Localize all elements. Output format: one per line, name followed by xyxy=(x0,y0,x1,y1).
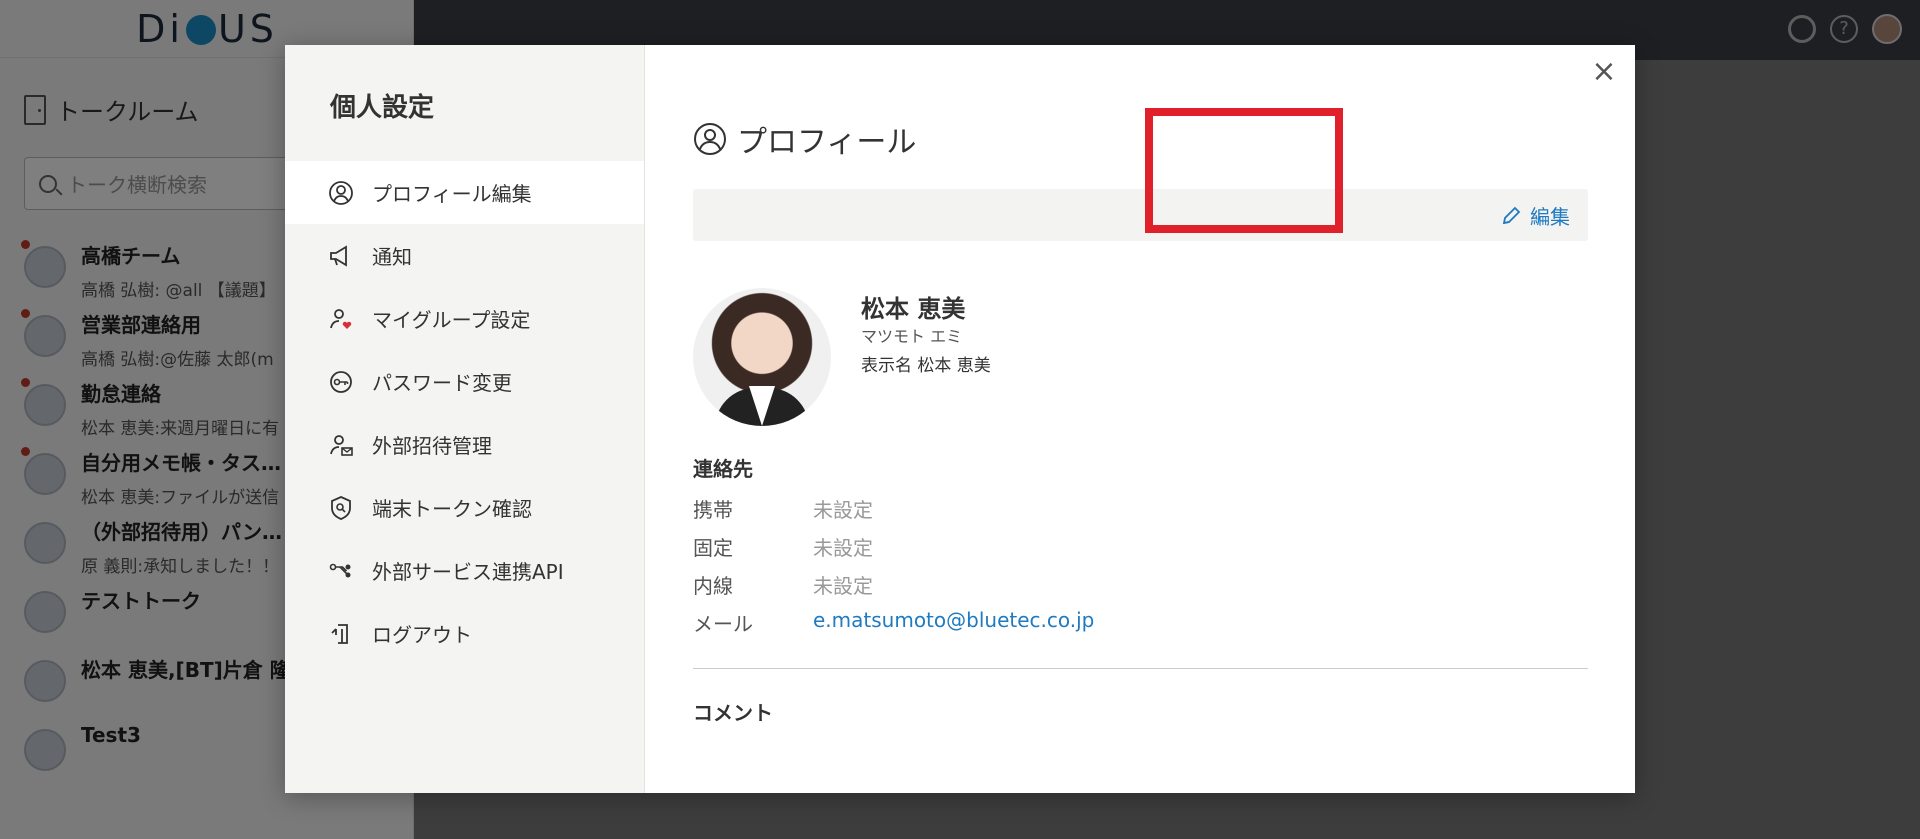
user-heart-icon xyxy=(328,306,354,332)
profile-photo xyxy=(693,288,831,426)
nav-item[interactable]: 通知 xyxy=(285,224,644,287)
edit-button[interactable]: 編集 xyxy=(1500,201,1570,230)
contact-label: 携帯 xyxy=(693,498,733,522)
shield-icon xyxy=(328,495,354,521)
contact-label: メール xyxy=(693,612,753,636)
contact-row: 携帯 未設定 xyxy=(693,494,873,524)
nav-item[interactable]: 外部サービス連携API xyxy=(285,539,644,602)
nav-item[interactable]: マイグループ設定 xyxy=(285,287,644,350)
nav-item-label: ログアウト xyxy=(372,623,472,647)
nav-item-label: 外部招待管理 xyxy=(372,434,492,458)
contact-value: 未設定 xyxy=(813,574,873,598)
nav-item-label: 外部サービス連携API xyxy=(372,560,564,584)
nav-item-label: 通知 xyxy=(372,245,412,269)
pencil-icon xyxy=(1502,206,1521,224)
megaphone-icon xyxy=(328,243,354,269)
profile-kana: マツモト エミ xyxy=(861,327,963,346)
nav-item[interactable]: ログアウト xyxy=(285,602,644,665)
nav-item-label: プロフィール編集 xyxy=(372,182,532,206)
settings-modal: 個人設定 プロフィール編集 通知 マイグループ設定 パスワード変更 外部招待管理 端末トー… xyxy=(285,45,1635,793)
logout-icon xyxy=(328,621,354,647)
contact-value[interactable]: e.matsumoto@bluetec.co.jp xyxy=(813,608,1094,638)
close-button[interactable]: × xyxy=(1589,57,1619,87)
nav-item-label: 端末トークン確認 xyxy=(372,497,532,521)
settings-content: × プロフィール 編集 松本 恵美 マツモト エミ 表示名 松本 恵美 連絡先 … xyxy=(645,45,1635,793)
contact-value: 未設定 xyxy=(813,536,873,560)
api-icon xyxy=(328,558,354,584)
contact-row: 内線 未設定 xyxy=(693,570,873,600)
nav-item-label: マイグループ設定 xyxy=(372,308,531,332)
contact-label: 固定 xyxy=(693,536,733,560)
divider xyxy=(693,668,1588,669)
nav-item[interactable]: プロフィール編集 xyxy=(285,161,644,224)
comment-title: コメント xyxy=(693,701,773,725)
profile-display-name: 表示名 松本 恵美 xyxy=(861,356,991,376)
nav-item-label: パスワード変更 xyxy=(372,371,512,395)
settings-nav: 個人設定 プロフィール編集 通知マイグループ設定 パスワード変更 外部招待管理端末トー… xyxy=(285,45,645,793)
nav-item[interactable]: 外部招待管理 xyxy=(285,413,644,476)
user-mail-icon xyxy=(328,432,354,458)
profile-name: 松本 恵美 xyxy=(861,295,966,323)
contact-row: メール e.matsumoto@bluetec.co.jp xyxy=(693,608,1094,638)
user-circle-icon xyxy=(694,123,726,155)
modal-title: 個人設定 xyxy=(330,93,435,123)
contact-value: 未設定 xyxy=(813,498,873,522)
contact-row: 固定 未設定 xyxy=(693,532,873,562)
edit-bar: 編集 xyxy=(693,189,1588,241)
contact-label: 内線 xyxy=(693,574,733,598)
user-circle-icon xyxy=(328,180,354,206)
nav-item[interactable]: 端末トークン確認 xyxy=(285,476,644,539)
contact-title: 連絡先 xyxy=(693,457,753,481)
key-icon xyxy=(328,369,354,395)
nav-item[interactable]: パスワード変更 xyxy=(285,350,644,413)
section-title: プロフィール xyxy=(693,117,916,161)
